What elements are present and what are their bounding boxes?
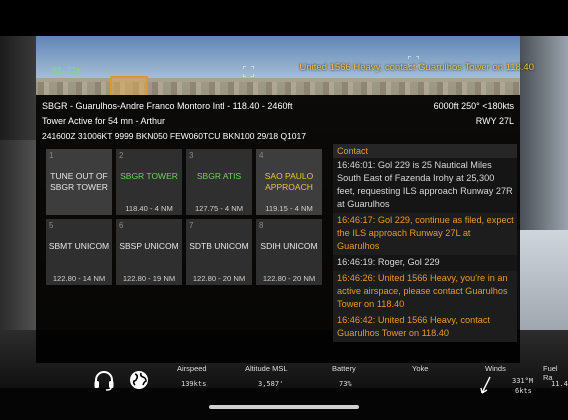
contact-message: 16:46:17: Gol 229, continue as filed, ex… bbox=[333, 213, 517, 255]
tile-name: SDTB UNICOM bbox=[189, 241, 249, 251]
headset-icon[interactable] bbox=[92, 368, 116, 392]
tile-frequency: 122.80 - 14 NM bbox=[52, 274, 106, 283]
frequency-tile-tune-out[interactable]: 1 TUNE OUT OF SBGR TOWER bbox=[46, 149, 112, 215]
altitude-value: 3,587' bbox=[258, 380, 284, 388]
hud-readout: H1 71% bbox=[52, 66, 81, 75]
tile-name: SDIH UNICOM bbox=[260, 241, 318, 251]
winds-direction: 331°M bbox=[512, 377, 534, 385]
airport-info: SBGR - Guarulhos-Andre Franco Montoro In… bbox=[42, 101, 293, 111]
yoke-label: Yoke bbox=[412, 364, 429, 373]
frequency-tile-sbgr-atis[interactable]: 3 SBGR ATIS 127.75 - 4 NM bbox=[186, 149, 252, 215]
contact-message: 16:46:01: Gol 229 is 25 Nautical Miles S… bbox=[333, 158, 517, 213]
home-indicator[interactable] bbox=[209, 405, 359, 409]
metar: 241600Z 31006KT 9999 BKN050 FEW060TCU BK… bbox=[42, 131, 306, 141]
tile-frequency: 122.80 - 20 NM bbox=[262, 274, 316, 283]
globe-icon[interactable] bbox=[129, 370, 149, 390]
frequency-tile-sbmt-unicom[interactable]: 5 SBMT UNICOM 122.80 - 14 NM bbox=[46, 219, 112, 285]
tile-number: 6 bbox=[119, 221, 124, 230]
battery-label: Battery bbox=[332, 364, 356, 373]
tile-number: 1 bbox=[49, 151, 54, 160]
winds-label: Winds bbox=[485, 364, 506, 373]
atc-header: SBGR - Guarulhos-Andre Franco Montoro In… bbox=[42, 99, 514, 144]
tile-number: 2 bbox=[119, 151, 124, 160]
tile-frequency: 119.15 - 4 NM bbox=[265, 204, 313, 213]
contact-log-title: Contact bbox=[333, 144, 517, 158]
tile-number: 5 bbox=[49, 221, 54, 230]
contact-message: 16:46:42: United 1566 Heavy, contact Gua… bbox=[333, 313, 517, 342]
fuel-value: 11.4 bbox=[551, 380, 568, 388]
tile-number: 4 bbox=[259, 151, 264, 160]
airspeed-label: Airspeed bbox=[177, 364, 207, 373]
wind-arrow-icon bbox=[480, 376, 491, 394]
tile-number: 8 bbox=[259, 221, 264, 230]
contact-message: 16:46:26: United 1566 Heavy, you're in a… bbox=[333, 271, 517, 313]
tile-frequency: 122.80 - 19 NM bbox=[122, 274, 176, 283]
contact-log[interactable]: Contact 16:46:01: Gol 229 is 25 Nautical… bbox=[333, 144, 517, 362]
frequency-tile-sbgr-tower[interactable]: 2 SBGR TOWER 118.40 - 4 NM bbox=[116, 149, 182, 215]
altitude-label: Altitude MSL bbox=[245, 364, 288, 373]
airspeed-value: 139kts bbox=[181, 380, 207, 388]
terrain-texture bbox=[0, 82, 568, 96]
frequency-tile-sbsp-unicom[interactable]: 6 SBSP UNICOM 122.80 - 19 NM bbox=[116, 219, 182, 285]
tile-name: SBGR ATIS bbox=[196, 171, 242, 181]
winds-speed: 6kts bbox=[515, 387, 532, 395]
tile-number: 3 bbox=[189, 151, 194, 160]
tile-name: SBMT UNICOM bbox=[48, 241, 110, 251]
expand-icon[interactable] bbox=[243, 66, 254, 77]
tile-name: SBGR TOWER bbox=[120, 171, 178, 181]
tower-status: Tower Active for 54 mn - Arthur bbox=[42, 116, 166, 126]
frequency-tile-sdtb-unicom[interactable]: 7 SDTB UNICOM 122.80 - 20 NM bbox=[186, 219, 252, 285]
sky bbox=[0, 36, 568, 80]
status-bar: Airspeed 139kts Altitude MSL 3,587' Batt… bbox=[0, 362, 568, 402]
top-letterbox bbox=[0, 0, 568, 36]
active-runway: RWY 27L bbox=[475, 116, 514, 126]
atc-panel: SBGR - Guarulhos-Andre Franco Montoro In… bbox=[36, 95, 520, 363]
tile-number: 7 bbox=[189, 221, 194, 230]
tile-frequency: 122.80 - 20 NM bbox=[192, 274, 246, 283]
tile-frequency: 127.75 - 4 NM bbox=[194, 204, 244, 213]
atc-hud-message: United 1566 Heavy, contact Guarulhos Tow… bbox=[299, 62, 534, 73]
tile-name: SBSP UNICOM bbox=[119, 241, 179, 251]
contact-message: 16:46:19: Roger, Gol 229 bbox=[333, 255, 517, 271]
tile-name: TUNE OUT OF SBGR TOWER bbox=[50, 171, 108, 192]
tile-name: SAO PAULO APPROACH bbox=[264, 171, 314, 192]
altitude-speed-restriction: 6000ft 250° <180kts bbox=[433, 101, 514, 111]
frequency-tile-sao-paulo-approach[interactable]: 4 SAO PAULO APPROACH 119.15 - 4 NM bbox=[256, 149, 322, 215]
battery-value: 73% bbox=[339, 380, 352, 388]
frequency-tile-sdih-unicom[interactable]: 8 SDIH UNICOM 122.80 - 20 NM bbox=[256, 219, 322, 285]
tile-frequency: 118.40 - 4 NM bbox=[125, 204, 173, 213]
